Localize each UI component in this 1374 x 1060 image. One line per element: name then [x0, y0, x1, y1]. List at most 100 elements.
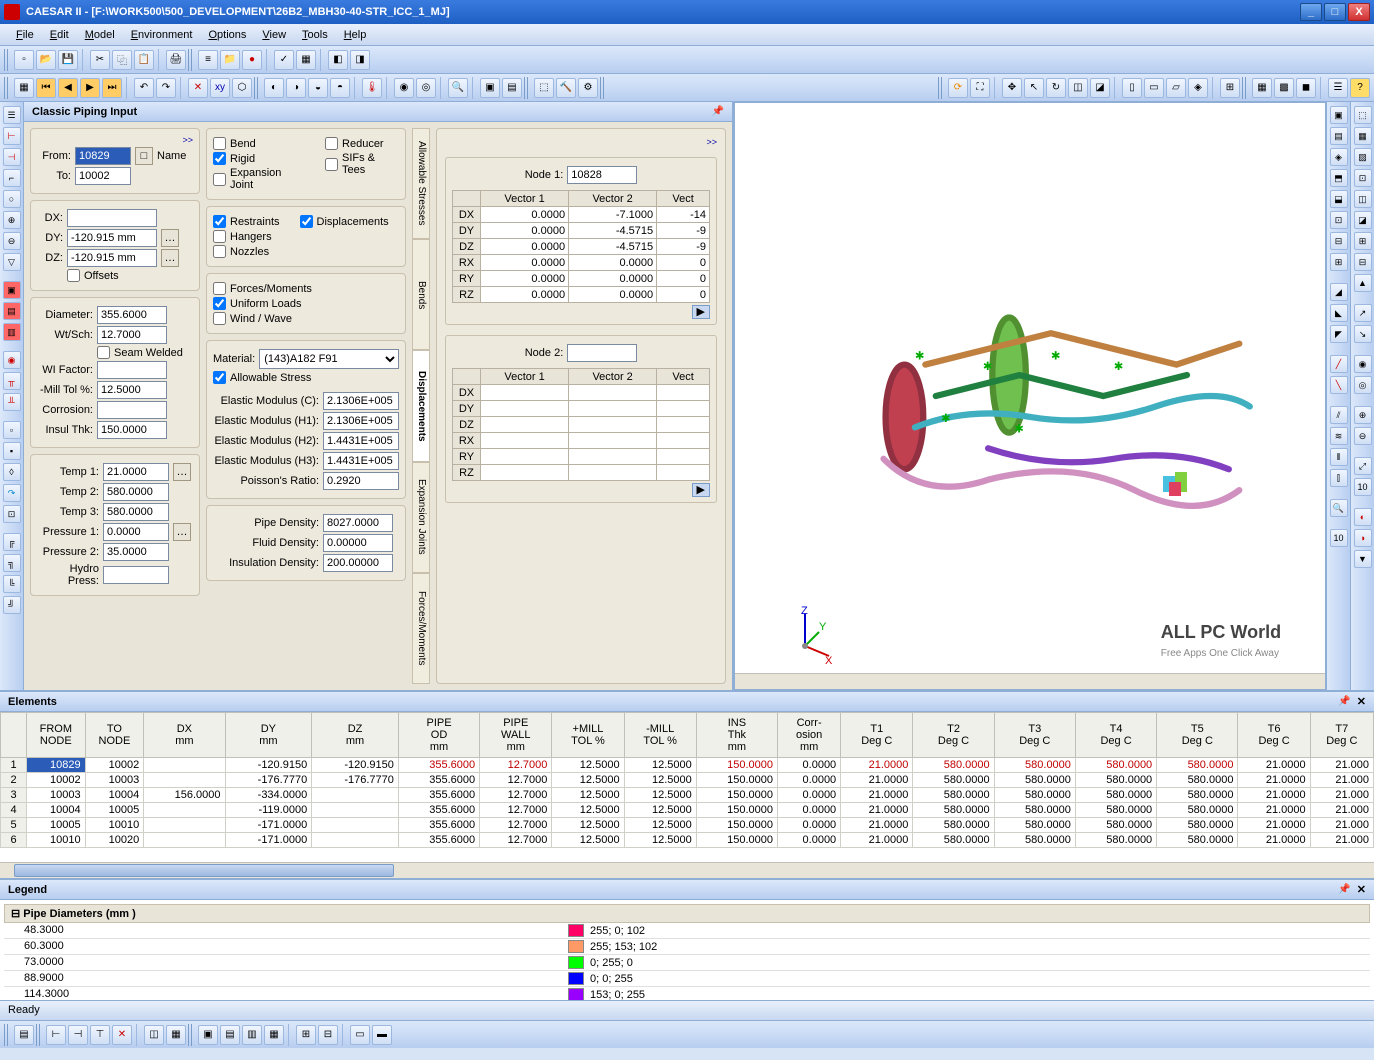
view4-icon[interactable]: ⊞: [1220, 78, 1240, 98]
tool-icon[interactable]: ◣: [1330, 304, 1348, 322]
tool-icon[interactable]: ╝: [3, 596, 21, 614]
tool-icon[interactable]: ⊣: [3, 148, 21, 166]
from-field[interactable]: [75, 147, 131, 165]
emh1-field[interactable]: [323, 412, 399, 430]
tool-icon[interactable]: ◎: [1354, 376, 1372, 394]
tool-icon[interactable]: ╥: [3, 372, 21, 390]
pipeden-field[interactable]: [323, 514, 393, 532]
rigid-check[interactable]: [213, 152, 226, 165]
tool-icon[interactable]: ⫿: [1330, 469, 1348, 487]
tool-icon[interactable]: ◒: [308, 78, 328, 98]
tool-icon[interactable]: ▬: [372, 1025, 392, 1045]
render-icon[interactable]: ◼: [1296, 78, 1316, 98]
dz-field[interactable]: [67, 249, 157, 267]
tool-icon[interactable]: ⊞: [1354, 232, 1372, 250]
tool-icon[interactable]: ⤢: [1354, 457, 1372, 475]
tool-icon[interactable]: ▲: [1354, 274, 1372, 292]
dx-field[interactable]: [67, 209, 157, 227]
calc-icon[interactable]: ▦: [296, 50, 316, 70]
name-toggle[interactable]: □: [135, 147, 153, 165]
bend-check[interactable]: [213, 137, 226, 150]
save-icon[interactable]: 💾: [58, 50, 78, 70]
tool-icon[interactable]: ▤: [220, 1025, 240, 1045]
node2-table[interactable]: Vector 1Vector 2VectDXDYDZRXRYRZ: [452, 368, 710, 481]
dz-more[interactable]: …: [161, 249, 179, 267]
menu-view[interactable]: View: [254, 26, 294, 44]
copy-icon[interactable]: ⿻: [112, 50, 132, 70]
menu-tools[interactable]: Tools: [294, 26, 336, 44]
uniform-check[interactable]: [213, 297, 226, 310]
sifs-check[interactable]: [325, 158, 338, 171]
tool-icon[interactable]: ▤: [502, 78, 522, 98]
toolbar-grip[interactable]: [188, 49, 194, 71]
maximize-button[interactable]: □: [1324, 3, 1346, 21]
expjoint-check[interactable]: [213, 173, 226, 186]
wind-check[interactable]: [213, 312, 226, 325]
tool-icon[interactable]: ◪: [1354, 211, 1372, 229]
hydro-field[interactable]: [103, 566, 169, 584]
list-icon[interactable]: ≡: [198, 50, 218, 70]
tool-icon[interactable]: ◤: [1330, 325, 1348, 343]
grid-hscroll[interactable]: [0, 862, 1374, 878]
reducer-check[interactable]: [325, 137, 338, 150]
xyz-icon[interactable]: xy: [210, 78, 230, 98]
insden-field[interactable]: [323, 554, 393, 572]
press2-field[interactable]: [103, 543, 169, 561]
view-scrollbar[interactable]: [735, 673, 1325, 689]
tool-icon[interactable]: 🔍: [1330, 499, 1348, 517]
displacements-check[interactable]: [300, 215, 313, 228]
hangers-check[interactable]: [213, 230, 226, 243]
tool-icon[interactable]: ◐: [1354, 508, 1372, 526]
shaded-icon[interactable]: ▩: [1274, 78, 1294, 98]
tool-icon[interactable]: ◊: [3, 463, 21, 481]
wifactor-field[interactable]: [97, 361, 167, 379]
material-select[interactable]: (143)A182 F91: [259, 349, 399, 369]
misc-icon[interactable]: ◧: [328, 50, 348, 70]
milltol-field[interactable]: [97, 381, 167, 399]
prev-icon[interactable]: ◀: [58, 78, 78, 98]
fluidden-field[interactable]: [323, 534, 393, 552]
tool-icon[interactable]: ↘: [1354, 325, 1372, 343]
tool-icon[interactable]: ◓: [330, 78, 350, 98]
allowstress-check[interactable]: [213, 371, 226, 384]
tool-icon[interactable]: ◑: [1354, 529, 1372, 547]
nozzles-check[interactable]: [213, 245, 226, 258]
tool-icon[interactable]: ⚙: [578, 78, 598, 98]
tool-icon[interactable]: ⫽: [1330, 406, 1348, 424]
paste-icon[interactable]: 📋: [134, 50, 154, 70]
elements-grid[interactable]: FROMNODETONODEDXmmDYmmDZmmPIPEODmmPIPEWA…: [0, 712, 1374, 848]
next-icon[interactable]: ▶: [80, 78, 100, 98]
first-icon[interactable]: ⏮: [36, 78, 56, 98]
forces-check[interactable]: [213, 282, 226, 295]
temp2-field[interactable]: [103, 483, 169, 501]
misc2-icon[interactable]: ◨: [350, 50, 370, 70]
menu-options[interactable]: Options: [200, 26, 254, 44]
tool-icon[interactable]: ⊟: [318, 1025, 338, 1045]
last-icon[interactable]: ⏭: [102, 78, 122, 98]
corrosion-field[interactable]: [97, 401, 167, 419]
tool-icon[interactable]: ◎: [416, 78, 436, 98]
view-side-icon[interactable]: ▭: [1144, 78, 1164, 98]
tool-icon[interactable]: ▦: [166, 1025, 186, 1045]
scroll-right-icon[interactable]: ▶: [692, 483, 710, 497]
tool-icon[interactable]: ✕: [112, 1025, 132, 1045]
menu-file[interactable]: File: [8, 26, 42, 44]
tool-icon[interactable]: ▣: [480, 78, 500, 98]
tab-forces-moments[interactable]: Forces/Moments: [412, 573, 430, 684]
pin-icon[interactable]: 📌: [1338, 696, 1350, 707]
tab-bends[interactable]: Bends: [412, 239, 430, 350]
tool-icon[interactable]: ⊢: [3, 127, 21, 145]
tool-icon[interactable]: ▨: [1354, 148, 1372, 166]
pan-icon[interactable]: ✥: [1002, 78, 1022, 98]
pin-icon[interactable]: 📌: [1338, 884, 1350, 895]
tool-icon[interactable]: ◫: [1354, 190, 1372, 208]
refresh-icon[interactable]: ⟳: [948, 78, 968, 98]
tool-icon[interactable]: ╨: [3, 393, 21, 411]
node1-field[interactable]: [567, 166, 637, 184]
layers-icon[interactable]: ☰: [1328, 78, 1348, 98]
dy-more[interactable]: …: [161, 229, 179, 247]
tool-icon[interactable]: ⊡: [3, 505, 21, 523]
tab-expansion-joints[interactable]: Expansion Joints: [412, 462, 430, 573]
tool-icon[interactable]: ▭: [350, 1025, 370, 1045]
tool-icon[interactable]: ▦: [1354, 127, 1372, 145]
